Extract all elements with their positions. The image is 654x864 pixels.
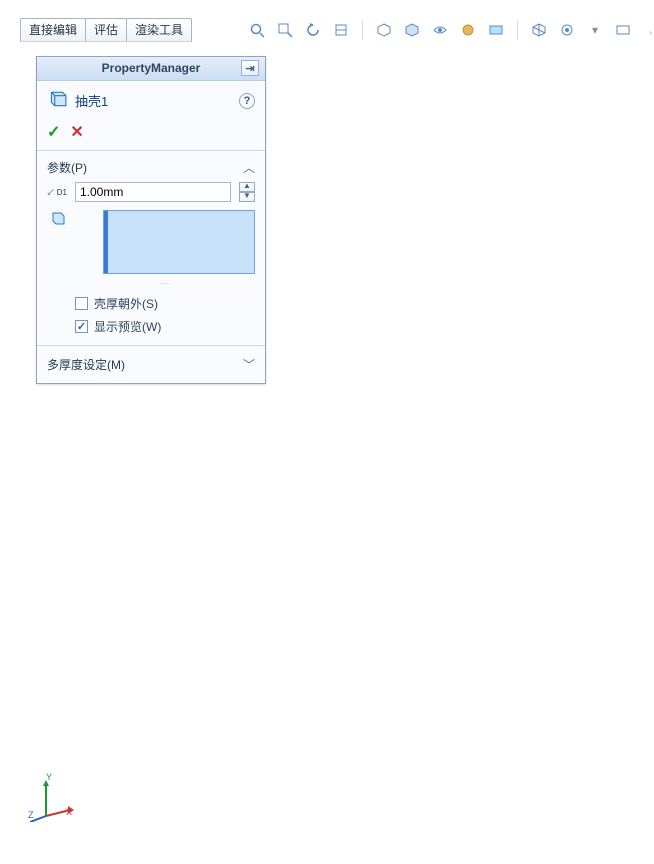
thickness-spinner[interactable]: ▲ ▼ xyxy=(239,182,255,202)
apply-scene-icon[interactable] xyxy=(487,21,505,39)
thickness-value: 1.00mm xyxy=(80,185,123,199)
thickness-row: D1 1.00mm ▲ ▼ xyxy=(47,182,255,202)
show-preview-label: 显示预览(W) xyxy=(94,318,161,335)
spinner-down-icon[interactable]: ▼ xyxy=(239,192,255,202)
help-button[interactable]: ? xyxy=(239,93,255,109)
pm-title-text: PropertyManager xyxy=(102,61,201,75)
shell-outward-row[interactable]: 壳厚朝外(S) xyxy=(75,295,255,312)
screen-capture-icon[interactable] xyxy=(614,21,632,39)
axis-x-label: X xyxy=(66,807,72,817)
toolbar-separator xyxy=(362,20,363,40)
show-preview-row[interactable]: ✓ 显示预览(W) xyxy=(75,318,255,335)
view-toolbar: ▾ ▾ xyxy=(248,20,654,40)
pin-button[interactable]: ⇥ xyxy=(241,60,259,76)
show-preview-checkbox[interactable]: ✓ xyxy=(75,320,88,333)
multi-thickness-section[interactable]: 多厚度设定(M) ﹀ xyxy=(37,345,265,383)
ok-button[interactable]: ✓ xyxy=(47,122,60,142)
toolbar-separator xyxy=(517,20,518,40)
axis-y-label: Y xyxy=(46,772,52,782)
shell-outward-label: 壳厚朝外(S) xyxy=(94,295,158,312)
graphics-viewport[interactable]: 直接编辑 评估 渲染工具 ▾ ▾ PropertyManager ⇥ 抽壳1 xyxy=(8,8,646,856)
chevron-down-icon: ﹀ xyxy=(243,356,255,373)
ok-cancel-row: ✓ ✕ xyxy=(37,118,265,150)
chevron-down-icon[interactable]: ▾ xyxy=(642,21,654,39)
chevron-up-icon: ︿ xyxy=(243,159,255,176)
parameters-section: 参数(P) ︿ D1 1.00mm ▲ ▼ xyxy=(37,150,265,345)
tab-evaluate[interactable]: 评估 xyxy=(85,18,127,42)
resize-grip-icon[interactable]: ⋯ xyxy=(75,278,255,289)
display-style-icon[interactable] xyxy=(403,21,421,39)
property-manager-panel: PropertyManager ⇥ 抽壳1 ? ✓ ✕ 参数(P) ︿ D1 xyxy=(36,56,266,384)
faces-selection-box[interactable] xyxy=(103,210,255,274)
view-settings-icon[interactable] xyxy=(530,21,548,39)
dimension-icon: D1 xyxy=(47,185,67,199)
parameters-section-header[interactable]: 参数(P) ︿ xyxy=(47,159,255,182)
thickness-input[interactable]: 1.00mm xyxy=(75,182,231,202)
faces-row xyxy=(47,210,255,274)
axis-z-label: Z xyxy=(28,810,34,820)
prev-view-icon[interactable] xyxy=(304,21,322,39)
multi-thickness-label: 多厚度设定(M) xyxy=(47,356,125,373)
chevron-down-icon[interactable]: ▾ xyxy=(586,21,604,39)
shell-feature-icon xyxy=(47,89,67,112)
pm-title-bar: PropertyManager ⇥ xyxy=(37,57,265,81)
orientation-icon[interactable] xyxy=(375,21,393,39)
orientation-triad[interactable]: Y X Z xyxy=(24,778,74,822)
feature-header: 抽壳1 ? xyxy=(37,81,265,118)
zoom-area-icon[interactable] xyxy=(276,21,294,39)
render-tools-icon[interactable] xyxy=(558,21,576,39)
command-tabs: 直接编辑 评估 渲染工具 xyxy=(20,18,191,42)
shell-outward-checkbox[interactable] xyxy=(75,297,88,310)
section-view-icon[interactable] xyxy=(332,21,350,39)
zoom-fit-icon[interactable] xyxy=(248,21,266,39)
tab-render-tools[interactable]: 渲染工具 xyxy=(126,18,192,42)
cancel-button[interactable]: ✕ xyxy=(70,122,83,142)
faces-to-remove-icon xyxy=(47,210,67,226)
edit-appearance-icon[interactable] xyxy=(459,21,477,39)
parameters-label: 参数(P) xyxy=(47,159,87,176)
tab-direct-edit[interactable]: 直接编辑 xyxy=(20,18,86,42)
feature-name: 抽壳1 xyxy=(75,91,108,110)
hide-show-icon[interactable] xyxy=(431,21,449,39)
